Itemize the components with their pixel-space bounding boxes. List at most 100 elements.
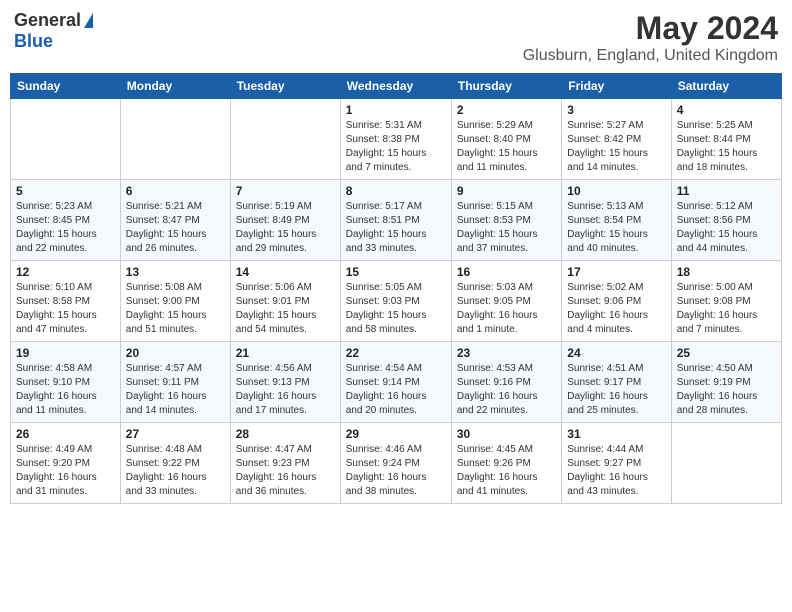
day-info: Sunrise: 5:29 AM Sunset: 8:40 PM Dayligh… (457, 119, 556, 175)
calendar-cell: 26 Sunrise: 4:49 AM Sunset: 9:20 PM Dayli… (11, 423, 121, 504)
day-info: Sunrise: 5:25 AM Sunset: 8:44 PM Dayligh… (677, 119, 776, 175)
logo-triangle-icon (84, 13, 93, 28)
calendar-week-row: 19 Sunrise: 4:58 AM Sunset: 9:10 PM Dayli… (11, 342, 782, 423)
day-number: 4 (677, 103, 776, 117)
day-info: Sunrise: 5:21 AM Sunset: 8:47 PM Dayligh… (126, 200, 225, 256)
calendar-cell: 15Sunrise: 5:05 AM Sunset: 9:03 PM Dayli… (340, 261, 451, 342)
day-info: Sunrise: 4:49 AM Sunset: 9:20 PM Dayligh… (16, 443, 115, 499)
calendar-cell: 29Sunrise: 4:46 AM Sunset: 9:24 PM Dayli… (340, 423, 451, 504)
page-subtitle: Glusburn, England, United Kingdom (523, 47, 778, 65)
day-number: 2 (457, 103, 556, 117)
logo-blue-text: Blue (14, 31, 53, 52)
calendar-header-row: SundayMondayTuesdayWednesdayThursdayFrid… (11, 74, 782, 99)
calendar-cell: 1 Sunrise: 5:31 AM Sunset: 8:38 PM Daylig… (340, 99, 451, 180)
day-info: Sunrise: 4:57 AM Sunset: 9:11 PM Dayligh… (126, 362, 225, 418)
calendar-cell: 19 Sunrise: 4:58 AM Sunset: 9:10 PM Dayli… (11, 342, 121, 423)
day-number: 10 (567, 184, 665, 198)
calendar-cell: 11 Sunrise: 5:12 AM Sunset: 8:56 PM Dayli… (671, 180, 781, 261)
calendar-cell: 14 Sunrise: 5:06 AM Sunset: 9:01 PM Dayli… (230, 261, 340, 342)
day-info: Sunrise: 5:02 AM Sunset: 9:06 PM Dayligh… (567, 281, 665, 337)
day-number: 11 (677, 184, 776, 198)
day-info: Sunrise: 4:44 AM Sunset: 9:27 PM Dayligh… (567, 443, 665, 499)
day-number: 31 (567, 427, 665, 441)
calendar-cell: 8 Sunrise: 5:17 AM Sunset: 8:51 PM Daylig… (340, 180, 451, 261)
calendar-header-wednesday: Wednesday (340, 74, 451, 99)
calendar-cell: 5 Sunrise: 5:23 AM Sunset: 8:45 PM Daylig… (11, 180, 121, 261)
day-info: Sunrise: 5:06 AM Sunset: 9:01 PM Dayligh… (236, 281, 335, 337)
day-info: Sunrise: 4:53 AM Sunset: 9:16 PM Dayligh… (457, 362, 556, 418)
day-info: Sunrise: 4:47 AM Sunset: 9:23 PM Dayligh… (236, 443, 335, 499)
calendar-cell: 28 Sunrise: 4:47 AM Sunset: 9:23 PM Dayli… (230, 423, 340, 504)
calendar-cell (11, 99, 121, 180)
calendar-cell: 4 Sunrise: 5:25 AM Sunset: 8:44 PM Daylig… (671, 99, 781, 180)
day-number: 22 (346, 346, 446, 360)
calendar-cell: 24 Sunrise: 4:51 AM Sunset: 9:17 PM Dayli… (562, 342, 671, 423)
day-info: Sunrise: 5:15 AM Sunset: 8:53 PM Dayligh… (457, 200, 556, 256)
calendar-cell: 3Sunrise: 5:27 AM Sunset: 8:42 PM Daylig… (562, 99, 671, 180)
day-number: 12 (16, 265, 115, 279)
day-number: 17 (567, 265, 665, 279)
page-title: May 2024 (523, 10, 778, 47)
day-number: 28 (236, 427, 335, 441)
day-number: 6 (126, 184, 225, 198)
day-number: 14 (236, 265, 335, 279)
day-number: 19 (16, 346, 115, 360)
calendar-cell: 10 Sunrise: 5:13 AM Sunset: 8:54 PM Dayli… (562, 180, 671, 261)
calendar-cell: 20 Sunrise: 4:57 AM Sunset: 9:11 PM Dayli… (120, 342, 230, 423)
logo-general-text: General (14, 10, 81, 31)
day-number: 23 (457, 346, 556, 360)
calendar-header-monday: Monday (120, 74, 230, 99)
calendar-cell: 23 Sunrise: 4:53 AM Sunset: 9:16 PM Dayli… (451, 342, 561, 423)
calendar-cell: 16Sunrise: 5:03 AM Sunset: 9:05 PM Dayli… (451, 261, 561, 342)
day-number: 7 (236, 184, 335, 198)
calendar-cell: 21 Sunrise: 4:56 AM Sunset: 9:13 PM Dayli… (230, 342, 340, 423)
calendar-cell: 27Sunrise: 4:48 AM Sunset: 9:22 PM Dayli… (120, 423, 230, 504)
calendar-cell: 6 Sunrise: 5:21 AM Sunset: 8:47 PM Daylig… (120, 180, 230, 261)
day-info: Sunrise: 4:51 AM Sunset: 9:17 PM Dayligh… (567, 362, 665, 418)
calendar-cell: 30 Sunrise: 4:45 AM Sunset: 9:26 PM Dayli… (451, 423, 561, 504)
day-number: 20 (126, 346, 225, 360)
day-info: Sunrise: 5:13 AM Sunset: 8:54 PM Dayligh… (567, 200, 665, 256)
day-number: 16 (457, 265, 556, 279)
day-number: 5 (16, 184, 115, 198)
day-info: Sunrise: 5:27 AM Sunset: 8:42 PM Dayligh… (567, 119, 665, 175)
calendar-header-tuesday: Tuesday (230, 74, 340, 99)
day-number: 30 (457, 427, 556, 441)
calendar-week-row: 12 Sunrise: 5:10 AM Sunset: 8:58 PM Dayli… (11, 261, 782, 342)
day-number: 21 (236, 346, 335, 360)
calendar-cell (671, 423, 781, 504)
page-header: General Blue May 2024 Glusburn, England,… (10, 10, 782, 65)
day-info: Sunrise: 4:45 AM Sunset: 9:26 PM Dayligh… (457, 443, 556, 499)
calendar-table: SundayMondayTuesdayWednesdayThursdayFrid… (10, 73, 782, 504)
day-info: Sunrise: 5:19 AM Sunset: 8:49 PM Dayligh… (236, 200, 335, 256)
calendar-cell: 2 Sunrise: 5:29 AM Sunset: 8:40 PM Daylig… (451, 99, 561, 180)
day-number: 18 (677, 265, 776, 279)
calendar-week-row: 1 Sunrise: 5:31 AM Sunset: 8:38 PM Daylig… (11, 99, 782, 180)
day-info: Sunrise: 5:17 AM Sunset: 8:51 PM Dayligh… (346, 200, 446, 256)
calendar-cell: 13Sunrise: 5:08 AM Sunset: 9:00 PM Dayli… (120, 261, 230, 342)
day-number: 26 (16, 427, 115, 441)
calendar-cell: 18Sunrise: 5:00 AM Sunset: 9:08 PM Dayli… (671, 261, 781, 342)
day-info: Sunrise: 5:10 AM Sunset: 8:58 PM Dayligh… (16, 281, 115, 337)
calendar-header-sunday: Sunday (11, 74, 121, 99)
calendar-header-friday: Friday (562, 74, 671, 99)
day-info: Sunrise: 5:12 AM Sunset: 8:56 PM Dayligh… (677, 200, 776, 256)
day-info: Sunrise: 4:46 AM Sunset: 9:24 PM Dayligh… (346, 443, 446, 499)
day-info: Sunrise: 4:58 AM Sunset: 9:10 PM Dayligh… (16, 362, 115, 418)
day-info: Sunrise: 4:54 AM Sunset: 9:14 PM Dayligh… (346, 362, 446, 418)
calendar-cell: 22 Sunrise: 4:54 AM Sunset: 9:14 PM Dayli… (340, 342, 451, 423)
day-info: Sunrise: 5:31 AM Sunset: 8:38 PM Dayligh… (346, 119, 446, 175)
calendar-cell: 9 Sunrise: 5:15 AM Sunset: 8:53 PM Daylig… (451, 180, 561, 261)
day-info: Sunrise: 5:05 AM Sunset: 9:03 PM Dayligh… (346, 281, 446, 337)
day-number: 25 (677, 346, 776, 360)
day-number: 9 (457, 184, 556, 198)
calendar-cell: 12 Sunrise: 5:10 AM Sunset: 8:58 PM Dayli… (11, 261, 121, 342)
day-info: Sunrise: 5:23 AM Sunset: 8:45 PM Dayligh… (16, 200, 115, 256)
day-number: 8 (346, 184, 446, 198)
calendar-header-thursday: Thursday (451, 74, 561, 99)
day-info: Sunrise: 4:48 AM Sunset: 9:22 PM Dayligh… (126, 443, 225, 499)
day-info: Sunrise: 4:56 AM Sunset: 9:13 PM Dayligh… (236, 362, 335, 418)
calendar-cell (120, 99, 230, 180)
day-number: 1 (346, 103, 446, 117)
day-number: 24 (567, 346, 665, 360)
